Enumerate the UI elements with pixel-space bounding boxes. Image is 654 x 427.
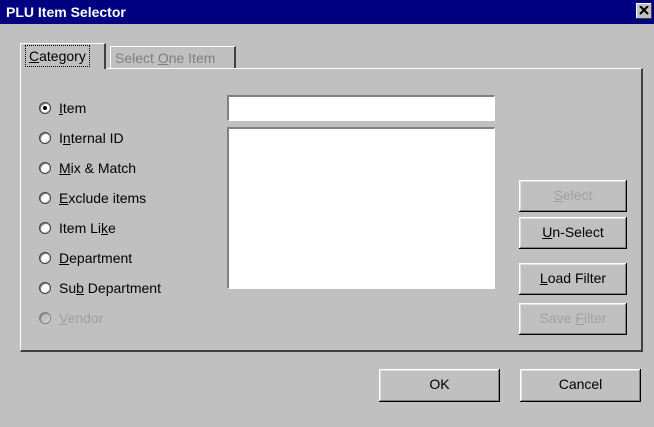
close-button[interactable] [636,3,652,19]
window-title: PLU Item Selector [6,4,126,20]
category-panel [20,68,643,352]
tab-category-label: Category [25,45,90,67]
tab-category[interactable]: Category [20,43,106,69]
cancel-button[interactable]: Cancel [520,369,641,402]
tab-select-one-item-label: Select One Item [115,50,216,66]
ok-button[interactable]: OK [379,369,500,402]
plu-item-selector-dialog: PLU Item Selector Category Select One It… [0,0,654,427]
close-icon [639,6,649,15]
tab-select-one-item[interactable]: Select One Item [110,46,236,69]
title-bar: PLU Item Selector [0,0,654,24]
